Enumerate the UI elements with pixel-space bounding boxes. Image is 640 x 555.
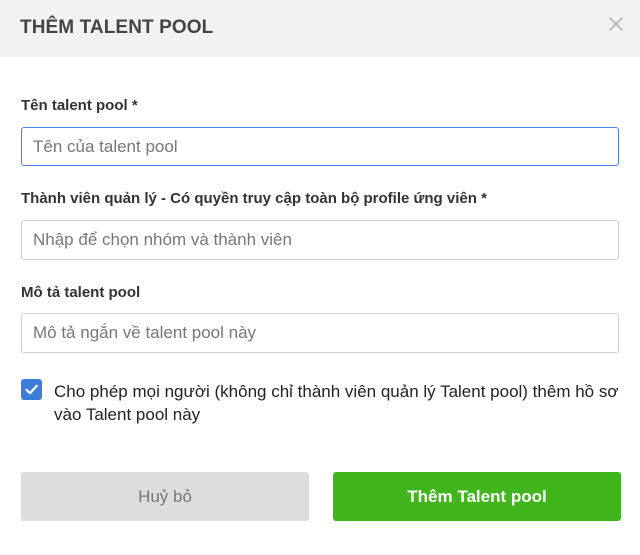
checkmark-icon [25,384,38,395]
managers-label: Thành viên quản lý - Có quyền truy cập t… [21,190,487,207]
close-button[interactable] [607,15,625,33]
talent-pool-name-label: Tên talent pool * [21,97,138,114]
cancel-button[interactable]: Huỷ bỏ [21,472,309,521]
description-label: Mô tả talent pool [21,284,141,301]
close-icon [609,17,623,31]
add-talent-pool-button[interactable]: Thêm Talent pool [333,472,621,521]
description-input[interactable] [21,313,619,353]
allow-everyone-label[interactable]: Cho phép mọi người (không chỉ thành viên… [54,380,624,426]
add-talent-pool-dialog: THÊM TALENT POOL Tên talent pool * Thành… [0,0,640,555]
dialog-title: THÊM TALENT POOL [20,17,214,38]
dialog-header: THÊM TALENT POOL [0,0,640,57]
allow-everyone-checkbox[interactable] [21,379,42,400]
talent-pool-name-input[interactable] [21,127,619,166]
managers-input[interactable] [21,220,619,260]
